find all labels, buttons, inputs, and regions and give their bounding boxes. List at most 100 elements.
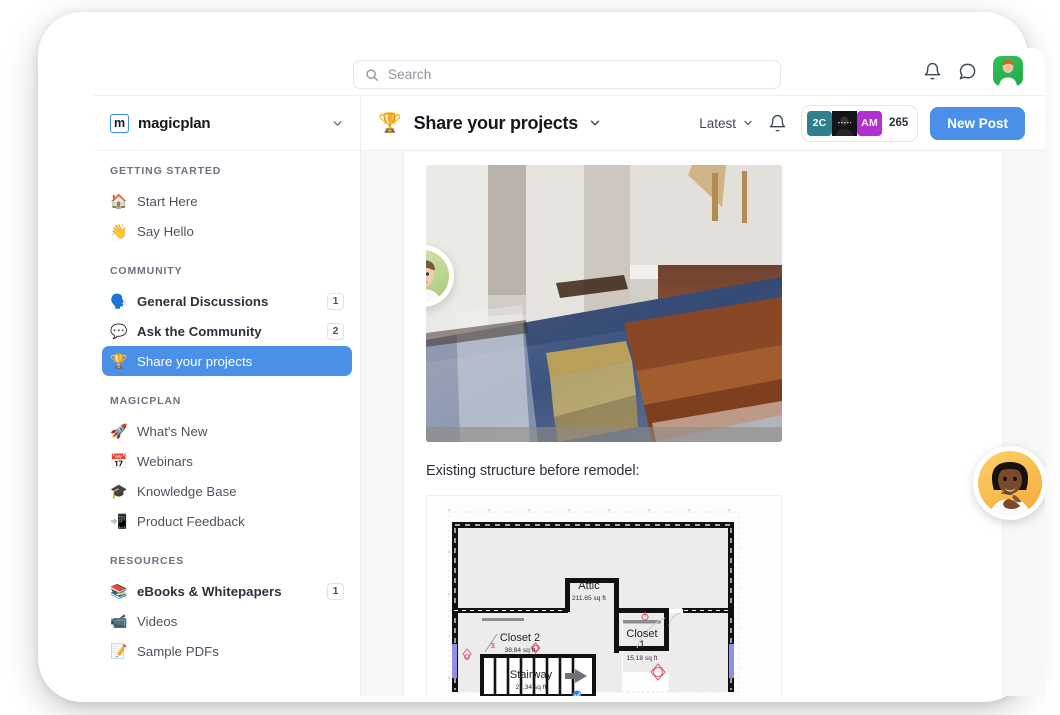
floorplan-room-area-3: 27.34 sq ft: [516, 684, 547, 691]
sidebar-item-webinars[interactable]: 📅 Webinars: [102, 446, 352, 476]
sidebar-item-label: Sample PDFs: [137, 644, 219, 659]
chevron-down-icon: [742, 117, 754, 129]
floorplan-room-area-2: 15.18 sq ft: [627, 655, 658, 662]
chevron-down-icon[interactable]: [588, 116, 602, 130]
bell-icon[interactable]: [768, 114, 787, 133]
search-icon: [365, 68, 379, 82]
topbar-actions: [923, 56, 1023, 86]
sidebar-item-icon: 📚: [110, 584, 127, 598]
top-navigation-bar: Search: [94, 48, 1045, 96]
sidebar-navigation: GETTING STARTED 🏠 Start Here 👋 Say Hello COMM…: [94, 151, 360, 695]
sidebar-item-label: Say Hello: [137, 224, 194, 239]
device-frame: Search: [38, 12, 1028, 702]
member-avatar: AM: [857, 111, 882, 136]
feed-scroll-area[interactable]: Existing structure before remodel:: [361, 151, 1045, 696]
avatar-face: [978, 451, 1042, 515]
members-summary[interactable]: 2C AM 265: [801, 105, 918, 142]
floorplan-room-name-3: Stairway: [510, 669, 553, 681]
page-title: Share your projects: [414, 113, 578, 134]
sidebar-item-icon: 📅: [110, 454, 127, 468]
device-screen: Search: [94, 48, 1045, 696]
sidebar-section: MAGICPLAN 🚀 What's New 📅 Webinars 🎓 Knowledge …: [94, 395, 360, 536]
new-post-button[interactable]: New Post: [930, 107, 1025, 140]
sidebar-item-product-feedback[interactable]: 📲 Product Feedback: [102, 506, 352, 536]
sidebar-item-label: Knowledge Base: [137, 484, 237, 499]
sidebar-item-label: Webinars: [137, 454, 193, 469]
sidebar-item-icon: 🎓: [110, 484, 127, 498]
main-content: 🏆 Share your projects Latest 2C AM 265: [361, 96, 1045, 696]
floorplan-room-area-0: 211.65 sq ft: [572, 595, 606, 602]
member-photo: [832, 111, 857, 136]
member-avatar: [832, 111, 857, 136]
sidebar-item-icon: 📹: [110, 614, 127, 628]
user-avatar[interactable]: [993, 56, 1023, 86]
chat-bubble-icon[interactable]: [958, 62, 977, 81]
sidebar-item-label: General Discussions: [137, 294, 268, 309]
renovation-photo-illustration: [426, 165, 782, 442]
sidebar-item-say-hello[interactable]: 👋 Say Hello: [102, 216, 352, 246]
sidebar-section-title: COMMUNITY: [94, 265, 360, 277]
sidebar-section: GETTING STARTED 🏠 Start Here 👋 Say Hello: [94, 165, 360, 246]
sidebar-item-label: Product Feedback: [137, 514, 245, 529]
channel-header: 🏆 Share your projects Latest 2C AM 265: [361, 96, 1045, 151]
floorplan-room-name-2b: 1: [639, 639, 645, 651]
trophy-icon: 🏆: [378, 114, 402, 133]
sidebar: m magicplan GETTING STARTED 🏠 Start Here 👋 S…: [94, 96, 361, 696]
sidebar-item-icon: 🏆: [110, 354, 127, 368]
sidebar-item-label: Ask the Community: [137, 324, 262, 339]
sidebar-item-ask-the-community[interactable]: 💬 Ask the Community 2: [102, 316, 352, 346]
sidebar-item-label: eBooks & Whitepapers: [137, 584, 282, 599]
svg-text:$: $: [491, 643, 495, 650]
floorplan-drawing: $ Attic 211.65 sq ft Closet 2 38.84 sq f…: [427, 496, 782, 696]
avatar-bubble-right[interactable]: [973, 446, 1045, 520]
sidebar-item-label: What's New: [137, 424, 207, 439]
search-input[interactable]: Search: [353, 60, 781, 89]
app-body: m magicplan GETTING STARTED 🏠 Start Here 👋 S…: [94, 96, 1045, 696]
sidebar-section-title: MAGICPLAN: [94, 395, 360, 407]
sidebar-item-share-your-projects[interactable]: 🏆 Share your projects: [102, 346, 352, 376]
member-count: 265: [889, 117, 908, 129]
sidebar-section: RESOURCES 📚 eBooks & Whitepapers 1 📹 Videos 📝 S…: [94, 555, 360, 666]
magicplan-logo-mark: m: [110, 114, 129, 133]
sidebar-item-badge: 1: [327, 583, 344, 600]
floorplan-room-area-1: 38.84 sq ft: [505, 647, 536, 654]
avatar-face: [993, 56, 1023, 86]
sidebar-item-label: Videos: [137, 614, 177, 629]
chevron-down-icon: [331, 117, 344, 130]
member-avatar: 2C: [807, 111, 832, 136]
sidebar-item-icon: 📲: [110, 514, 127, 528]
bell-icon[interactable]: [923, 62, 942, 81]
avatar-face: [426, 250, 449, 302]
sidebar-item-what-s-new[interactable]: 🚀 What's New: [102, 416, 352, 446]
floorplan-image[interactable]: $ Attic 211.65 sq ft Closet 2 38.84 sq f…: [426, 495, 782, 696]
floorplan-room-name-0: Attic: [578, 580, 600, 592]
sidebar-item-icon: 🗣️: [110, 294, 127, 308]
member-avatar-stack: 2C AM: [807, 111, 882, 136]
workspace-name: magicplan: [138, 115, 210, 132]
sidebar-section-title: GETTING STARTED: [94, 165, 360, 177]
sidebar-section-title: RESOURCES: [94, 555, 360, 567]
sidebar-item-videos[interactable]: 📹 Videos: [102, 606, 352, 636]
sidebar-item-badge: 1: [327, 293, 344, 310]
post-card: Existing structure before remodel:: [403, 151, 1003, 696]
sidebar-item-icon: 🚀: [110, 424, 127, 438]
sidebar-item-badge: 2: [327, 323, 344, 340]
sidebar-item-start-here[interactable]: 🏠 Start Here: [102, 186, 352, 216]
sidebar-item-label: Start Here: [137, 194, 198, 209]
sidebar-item-sample-pdfs[interactable]: 📝 Sample PDFs: [102, 636, 352, 666]
sidebar-item-icon: 🏠: [110, 194, 127, 208]
sidebar-item-general-discussions[interactable]: 🗣️ General Discussions 1: [102, 286, 352, 316]
sidebar-item-label: Share your projects: [137, 354, 252, 369]
sidebar-item-knowledge-base[interactable]: 🎓 Knowledge Base: [102, 476, 352, 506]
sort-dropdown[interactable]: Latest: [699, 116, 754, 131]
workspace-switcher[interactable]: m magicplan: [94, 96, 360, 151]
search-placeholder: Search: [388, 67, 431, 82]
post-caption: Existing structure before remodel:: [426, 463, 980, 479]
sidebar-item-ebooks-whitepapers[interactable]: 📚 eBooks & Whitepapers 1: [102, 576, 352, 606]
sort-label: Latest: [699, 116, 736, 131]
sidebar-section: COMMUNITY 🗣️ General Discussions 1 💬 Ask the …: [94, 265, 360, 376]
sidebar-item-icon: 📝: [110, 644, 127, 658]
sidebar-item-icon: 👋: [110, 224, 127, 238]
post-photo[interactable]: [426, 165, 782, 442]
sidebar-item-icon: 💬: [110, 324, 127, 338]
